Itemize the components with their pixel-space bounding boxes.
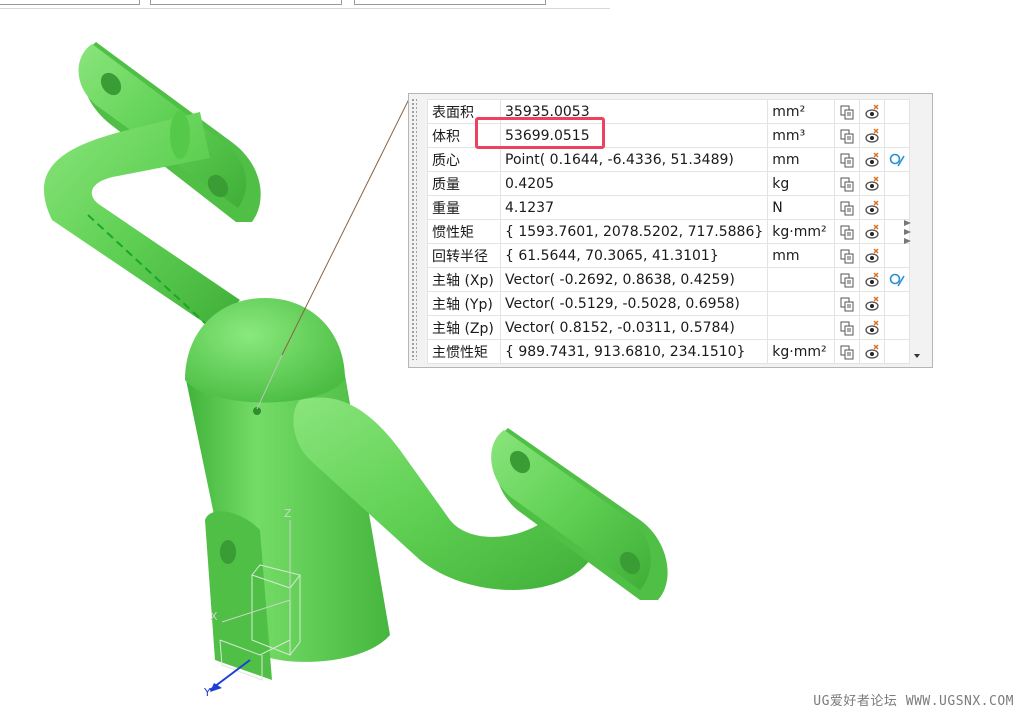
property-label: 质量 [427,171,501,196]
property-value[interactable]: Vector( -0.2692, 0.8638, 0.4259) [499,267,769,292]
copy-to-clipboard-icon[interactable] [834,99,861,124]
scroll-marker-icon [904,229,911,235]
property-unit[interactable] [767,315,836,340]
triad-x-label: X [210,610,218,623]
show-in-graphics-icon[interactable] [859,99,886,124]
property-row[interactable]: 重量 4.1237 N [427,195,911,220]
property-label: 主轴 (Yp) [427,291,501,316]
property-row[interactable]: 惯性矩{ 1593.7601, 2078.5202, 717.5886} kg·m… [427,219,911,244]
property-value[interactable]: { 1593.7601, 2078.5202, 717.5886} [499,219,769,244]
property-value[interactable]: Vector( 0.8152, -0.0311, 0.5784) [499,315,769,340]
property-label: 回转半径 [427,243,501,268]
copy-to-clipboard-icon[interactable] [834,171,861,196]
show-in-graphics-icon[interactable] [859,123,886,148]
show-in-graphics-icon[interactable] [859,219,886,244]
scroll-marker-icon [904,238,911,244]
show-in-graphics-icon[interactable] [859,195,886,220]
copy-to-clipboard-icon[interactable] [834,219,861,244]
copy-to-clipboard-icon[interactable] [834,243,861,268]
watermark: UG爱好者论坛 WWW.UGSNX.COM [813,694,1014,709]
leader-line [281,96,411,356]
scroll-marker-icon [904,220,911,226]
property-value[interactable]: Point( 0.1644, -6.4336, 51.3489) [499,147,769,172]
property-value[interactable]: { 61.5644, 70.3065, 41.3101} [499,243,769,268]
property-unit[interactable]: mm³ [767,123,836,148]
property-unit[interactable]: kg·mm² [767,339,836,364]
property-value[interactable]: 4.1237 [499,195,769,220]
property-row[interactable]: 主惯性矩{ 989.7431, 913.6810, 234.1510} kg·mm… [427,339,911,364]
property-label: 主轴 (Zp) [427,315,501,340]
property-row[interactable]: 质心 Point( 0.1644, -6.4336, 51.3489) mm [427,147,911,172]
copy-to-clipboard-icon[interactable] [834,291,861,316]
property-row[interactable]: 主轴 (Xp) Vector( -0.2692, 0.8638, 0.4259) [427,267,911,292]
copy-to-clipboard-icon[interactable] [834,315,861,340]
property-unit[interactable]: mm² [767,99,836,124]
property-value[interactable]: 0.4205 [499,171,769,196]
property-row[interactable]: 主轴 (Zp) Vector( 0.8152, -0.0311, 0.5784) [427,315,911,340]
show-in-graphics-icon[interactable] [859,267,886,292]
property-unit[interactable]: kg·mm² [767,219,836,244]
property-row[interactable]: 回转半径{ 61.5644, 70.3065, 41.3101} mm [427,243,911,268]
show-in-graphics-icon[interactable] [859,171,886,196]
show-in-graphics-icon[interactable] [859,339,886,364]
triad-z-label: Z [284,507,292,520]
property-value[interactable]: { 989.7431, 913.6810, 234.1510} [499,339,769,364]
triad-y-label: Y [203,686,211,699]
property-unit[interactable]: mm [767,243,836,268]
show-in-graphics-icon[interactable] [859,147,886,172]
property-unit[interactable]: mm [767,147,836,172]
copy-to-clipboard-icon[interactable] [834,195,861,220]
property-label: 惯性矩 [427,219,501,244]
property-label: 质心 [427,147,501,172]
pipe-end [170,111,190,159]
property-unit[interactable]: kg [767,171,836,196]
property-label: 主惯性矩 [427,339,501,364]
copy-to-clipboard-icon[interactable] [834,147,861,172]
show-in-graphics-icon[interactable] [859,291,886,316]
property-label: 主轴 (Xp) [427,267,501,292]
property-row[interactable]: 质量 0.4205 kg [427,171,911,196]
property-unit[interactable] [767,267,836,292]
copy-to-clipboard-icon[interactable] [834,339,861,364]
volume-highlight-box [475,117,605,149]
property-value[interactable]: Vector( -0.5129, -0.5028, 0.6958) [499,291,769,316]
panel-drag-handle[interactable] [411,98,417,360]
property-unit[interactable]: N [767,195,836,220]
show-in-graphics-icon[interactable] [859,243,886,268]
panel-scrollbar[interactable] [904,98,930,366]
scroll-down-icon[interactable] [914,354,920,358]
copy-to-clipboard-icon[interactable] [834,267,861,292]
copy-to-clipboard-icon[interactable] [834,123,861,148]
property-unit[interactable] [767,291,836,316]
property-label: 重量 [427,195,501,220]
property-row[interactable]: 主轴 (Yp) Vector( -0.5129, -0.5028, 0.6958) [427,291,911,316]
show-in-graphics-icon[interactable] [859,315,886,340]
